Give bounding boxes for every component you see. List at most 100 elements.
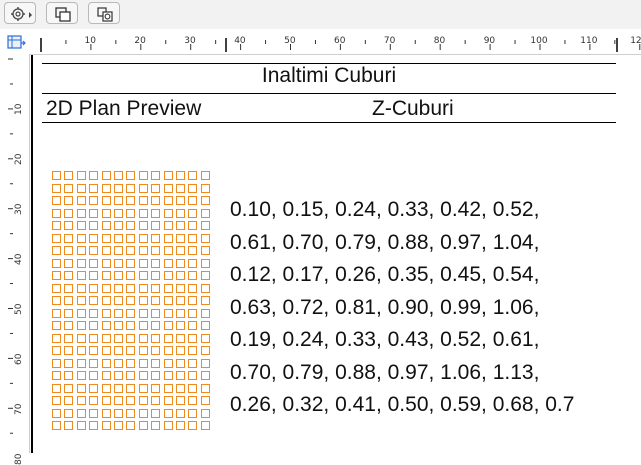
preview-cube xyxy=(101,258,111,268)
preview-cube xyxy=(176,346,185,355)
preview-cube xyxy=(76,171,86,180)
preview-cube xyxy=(52,321,61,330)
preview-cube xyxy=(101,383,111,393)
ruler-label: 60 xyxy=(334,36,346,46)
preview-cube xyxy=(114,283,123,293)
preview-cube xyxy=(151,308,161,318)
plan-outline-button[interactable] xyxy=(46,2,78,24)
preview-cube xyxy=(114,383,123,393)
preview-cube xyxy=(138,371,148,380)
preview-cube xyxy=(76,346,86,355)
preview-cube xyxy=(89,383,99,393)
plan-elements-icon xyxy=(97,7,113,22)
plan-elements-button[interactable] xyxy=(88,2,120,24)
preview-cube xyxy=(151,258,161,268)
preview-cube xyxy=(163,196,173,205)
preview-cube xyxy=(176,246,185,255)
ruler-label: 30 xyxy=(184,36,196,46)
ruler-settings-icon[interactable] xyxy=(6,33,26,51)
preview-cube xyxy=(126,358,136,368)
preview-cube xyxy=(163,358,173,368)
preview-cube xyxy=(114,296,123,305)
preview-cube xyxy=(188,396,198,405)
preview-cube xyxy=(176,408,185,418)
preview-cube xyxy=(52,183,61,193)
preview-cube xyxy=(176,396,185,405)
preview-cube xyxy=(176,271,185,280)
preview-cube xyxy=(114,183,123,193)
preview-cube xyxy=(200,333,210,343)
preview-cube xyxy=(188,333,198,343)
preview-cube xyxy=(138,296,148,305)
preview-cube xyxy=(76,208,86,218)
plan-preview-grid[interactable] xyxy=(52,171,214,433)
preview-cube xyxy=(89,196,99,205)
ruler-label: 110 xyxy=(580,36,598,46)
z-values-list: 0.10, 0.15, 0.24, 0.33, 0.42, 0.52, 0.61,… xyxy=(230,194,574,422)
preview-cube xyxy=(64,246,74,255)
preview-cube xyxy=(163,408,173,418)
preview-cube xyxy=(76,258,86,268)
ruler-label: 60 xyxy=(14,353,24,365)
preview-cube xyxy=(176,183,185,193)
preview-cube xyxy=(126,383,136,393)
preview-cube xyxy=(163,271,173,280)
preview-cube xyxy=(176,296,185,305)
preview-cube xyxy=(176,371,185,380)
preview-cube xyxy=(101,396,111,405)
preview-cube xyxy=(188,283,198,293)
column-header-preview: 2D Plan Preview xyxy=(46,97,202,120)
page-left-edge xyxy=(31,55,33,453)
preview-cube xyxy=(200,233,210,243)
preview-cube xyxy=(76,233,86,243)
preview-cube xyxy=(114,221,123,230)
column-header-values: Z-Cuburi xyxy=(372,97,454,120)
preview-cube xyxy=(138,258,148,268)
preview-cube xyxy=(89,333,99,343)
preview-cube xyxy=(114,233,123,243)
preview-cube xyxy=(200,271,210,280)
preview-cube xyxy=(114,396,123,405)
preview-cube xyxy=(151,371,161,380)
preview-cube xyxy=(176,308,185,318)
preview-cube xyxy=(176,233,185,243)
preview-cube xyxy=(126,408,136,418)
preview-cube xyxy=(89,271,99,280)
preview-cube xyxy=(138,233,148,243)
preview-cube xyxy=(151,283,161,293)
preview-cube xyxy=(76,196,86,205)
preview-cube xyxy=(200,408,210,418)
preview-cube xyxy=(89,233,99,243)
preview-cube xyxy=(163,221,173,230)
preview-cube xyxy=(200,221,210,230)
preview-cube xyxy=(200,421,210,430)
gear-dropdown-button[interactable] xyxy=(4,2,36,24)
z-values-line: 0.70, 0.79, 0.88, 0.97, 1.06, 1.13, xyxy=(230,360,540,384)
preview-cube xyxy=(126,196,136,205)
preview-cube xyxy=(138,283,148,293)
preview-cube xyxy=(64,283,74,293)
preview-cube xyxy=(114,408,123,418)
preview-cube xyxy=(52,396,61,405)
preview-cube xyxy=(126,233,136,243)
preview-cube xyxy=(138,383,148,393)
preview-cube xyxy=(64,296,74,305)
preview-cube xyxy=(176,258,185,268)
preview-cube xyxy=(138,171,148,180)
preview-cube xyxy=(138,421,148,430)
preview-cube xyxy=(176,283,185,293)
preview-cube xyxy=(101,371,111,380)
preview-cube xyxy=(138,183,148,193)
ruler-label: 70 xyxy=(383,36,396,46)
preview-cube xyxy=(76,333,86,343)
preview-cube xyxy=(114,346,123,355)
preview-cube xyxy=(200,258,210,268)
ruler-label: 10 xyxy=(84,36,96,46)
preview-cube xyxy=(126,183,136,193)
preview-cube xyxy=(52,296,61,305)
preview-cube xyxy=(52,246,61,255)
preview-cube xyxy=(176,333,185,343)
ruler-label: 120 xyxy=(630,36,641,46)
preview-cube xyxy=(76,296,86,305)
preview-cube xyxy=(114,421,123,430)
